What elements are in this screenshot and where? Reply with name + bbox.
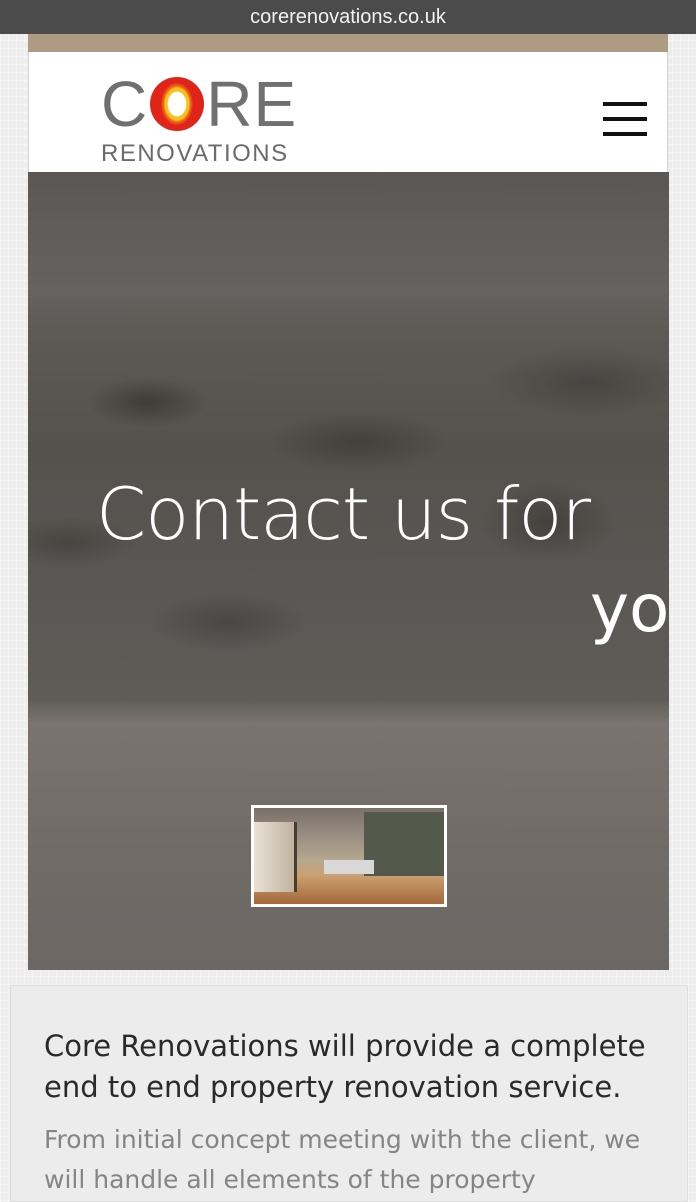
logo-wordmark: C R E bbox=[101, 68, 298, 140]
hero-subtitle: yo bbox=[590, 570, 669, 647]
hamburger-menu-button[interactable] bbox=[603, 102, 649, 138]
logo-letter-e: E bbox=[253, 68, 298, 140]
thumbnail-sofa bbox=[324, 860, 374, 874]
core-renovations-logo[interactable]: C R E RENOVATIONS bbox=[101, 68, 321, 169]
logo-o-ring bbox=[150, 77, 205, 131]
site-header: C R E RENOVATIONS bbox=[28, 52, 668, 173]
thumbnail-wall bbox=[364, 812, 444, 876]
hamburger-icon-bar bbox=[603, 117, 647, 121]
logo-letter-r: R bbox=[206, 68, 254, 140]
intro-lead-text: Core Renovations will provide a complete… bbox=[44, 1029, 646, 1104]
hamburger-icon-bar bbox=[603, 132, 647, 136]
browser-url-bar[interactable]: corerenovations.co.uk bbox=[0, 0, 696, 34]
hamburger-icon bbox=[603, 102, 647, 106]
hero-title: Contact us for bbox=[96, 472, 591, 556]
slider-thumbnail[interactable] bbox=[251, 805, 447, 907]
url-text: corerenovations.co.uk bbox=[250, 5, 446, 28]
logo-letter-c: C bbox=[101, 68, 149, 140]
intro-body-text: From initial concept meeting with the cl… bbox=[44, 1125, 641, 1194]
logo-subtitle: RENOVATIONS bbox=[101, 140, 289, 167]
thumbnail-window bbox=[254, 822, 297, 892]
intro-card: Core Renovations will provide a complete… bbox=[10, 985, 688, 1202]
hero-slider: Contact us for yo bbox=[28, 172, 669, 970]
accent-strip bbox=[28, 34, 668, 52]
